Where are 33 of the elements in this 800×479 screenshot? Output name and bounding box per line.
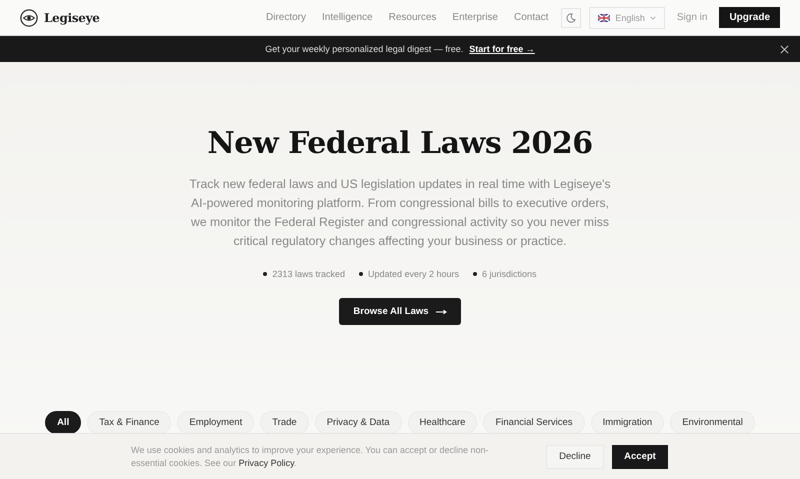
filter-chip[interactable]: Trade	[260, 411, 309, 434]
privacy-policy-link[interactable]: Privacy Policy	[238, 458, 294, 468]
hero-title: New Federal Laws 2026	[207, 126, 593, 161]
upgrade-button[interactable]: Upgrade	[719, 7, 780, 28]
eye-logo-icon	[20, 8, 38, 26]
arrow-right-icon	[436, 308, 447, 314]
close-icon[interactable]	[780, 45, 789, 54]
start-free-link[interactable]: Start for free →	[469, 44, 535, 54]
bullet-icon	[263, 272, 268, 276]
promo-text: Get your weekly personalized legal digest — free.	[265, 44, 464, 54]
stat-text: 6 jurisdictions	[482, 269, 537, 279]
accept-button[interactable]: Accept	[612, 444, 668, 468]
filter-chip[interactable]: Immigration	[590, 411, 664, 434]
hero-description: Track new federal laws and US legislation updates in real time with Legiseye's AI-powered monitoring platform. From congressional bills to executive orders, we monitor the Federal Register and congressional activity so you never miss critical regulatory changes affecting your business or practice.	[188, 176, 612, 250]
filter-chip[interactable]: Privacy & Data	[314, 411, 402, 434]
filter-chip[interactable]: All	[45, 411, 82, 434]
stat-text: 2313 laws tracked	[272, 269, 345, 279]
theme-toggle-button[interactable]	[561, 8, 582, 28]
browse-laws-button[interactable]: Browse All Laws	[339, 298, 461, 325]
filter-chip[interactable]: Tax & Finance	[87, 411, 172, 434]
bullet-icon	[473, 272, 478, 276]
bullet-icon	[358, 272, 363, 276]
cookie-text: We use cookies and analytics to improve your experience. You can accept or decline non-essential cookies. See our Privacy Policy.	[131, 444, 490, 470]
decline-button[interactable]: Decline	[546, 444, 604, 468]
filter-chip[interactable]: Healthcare	[408, 411, 478, 434]
filter-chip[interactable]: Employment	[177, 411, 254, 434]
chevron-down-icon	[650, 16, 656, 20]
filter-chip[interactable]: Environmental	[670, 411, 755, 434]
moon-icon	[566, 12, 576, 22]
logo-text[interactable]: Legiseye	[44, 10, 100, 24]
stat-text: Updated every 2 hours	[368, 269, 460, 279]
filter-chip[interactable]: Financial Services	[483, 411, 585, 434]
flag-icon	[598, 14, 610, 22]
